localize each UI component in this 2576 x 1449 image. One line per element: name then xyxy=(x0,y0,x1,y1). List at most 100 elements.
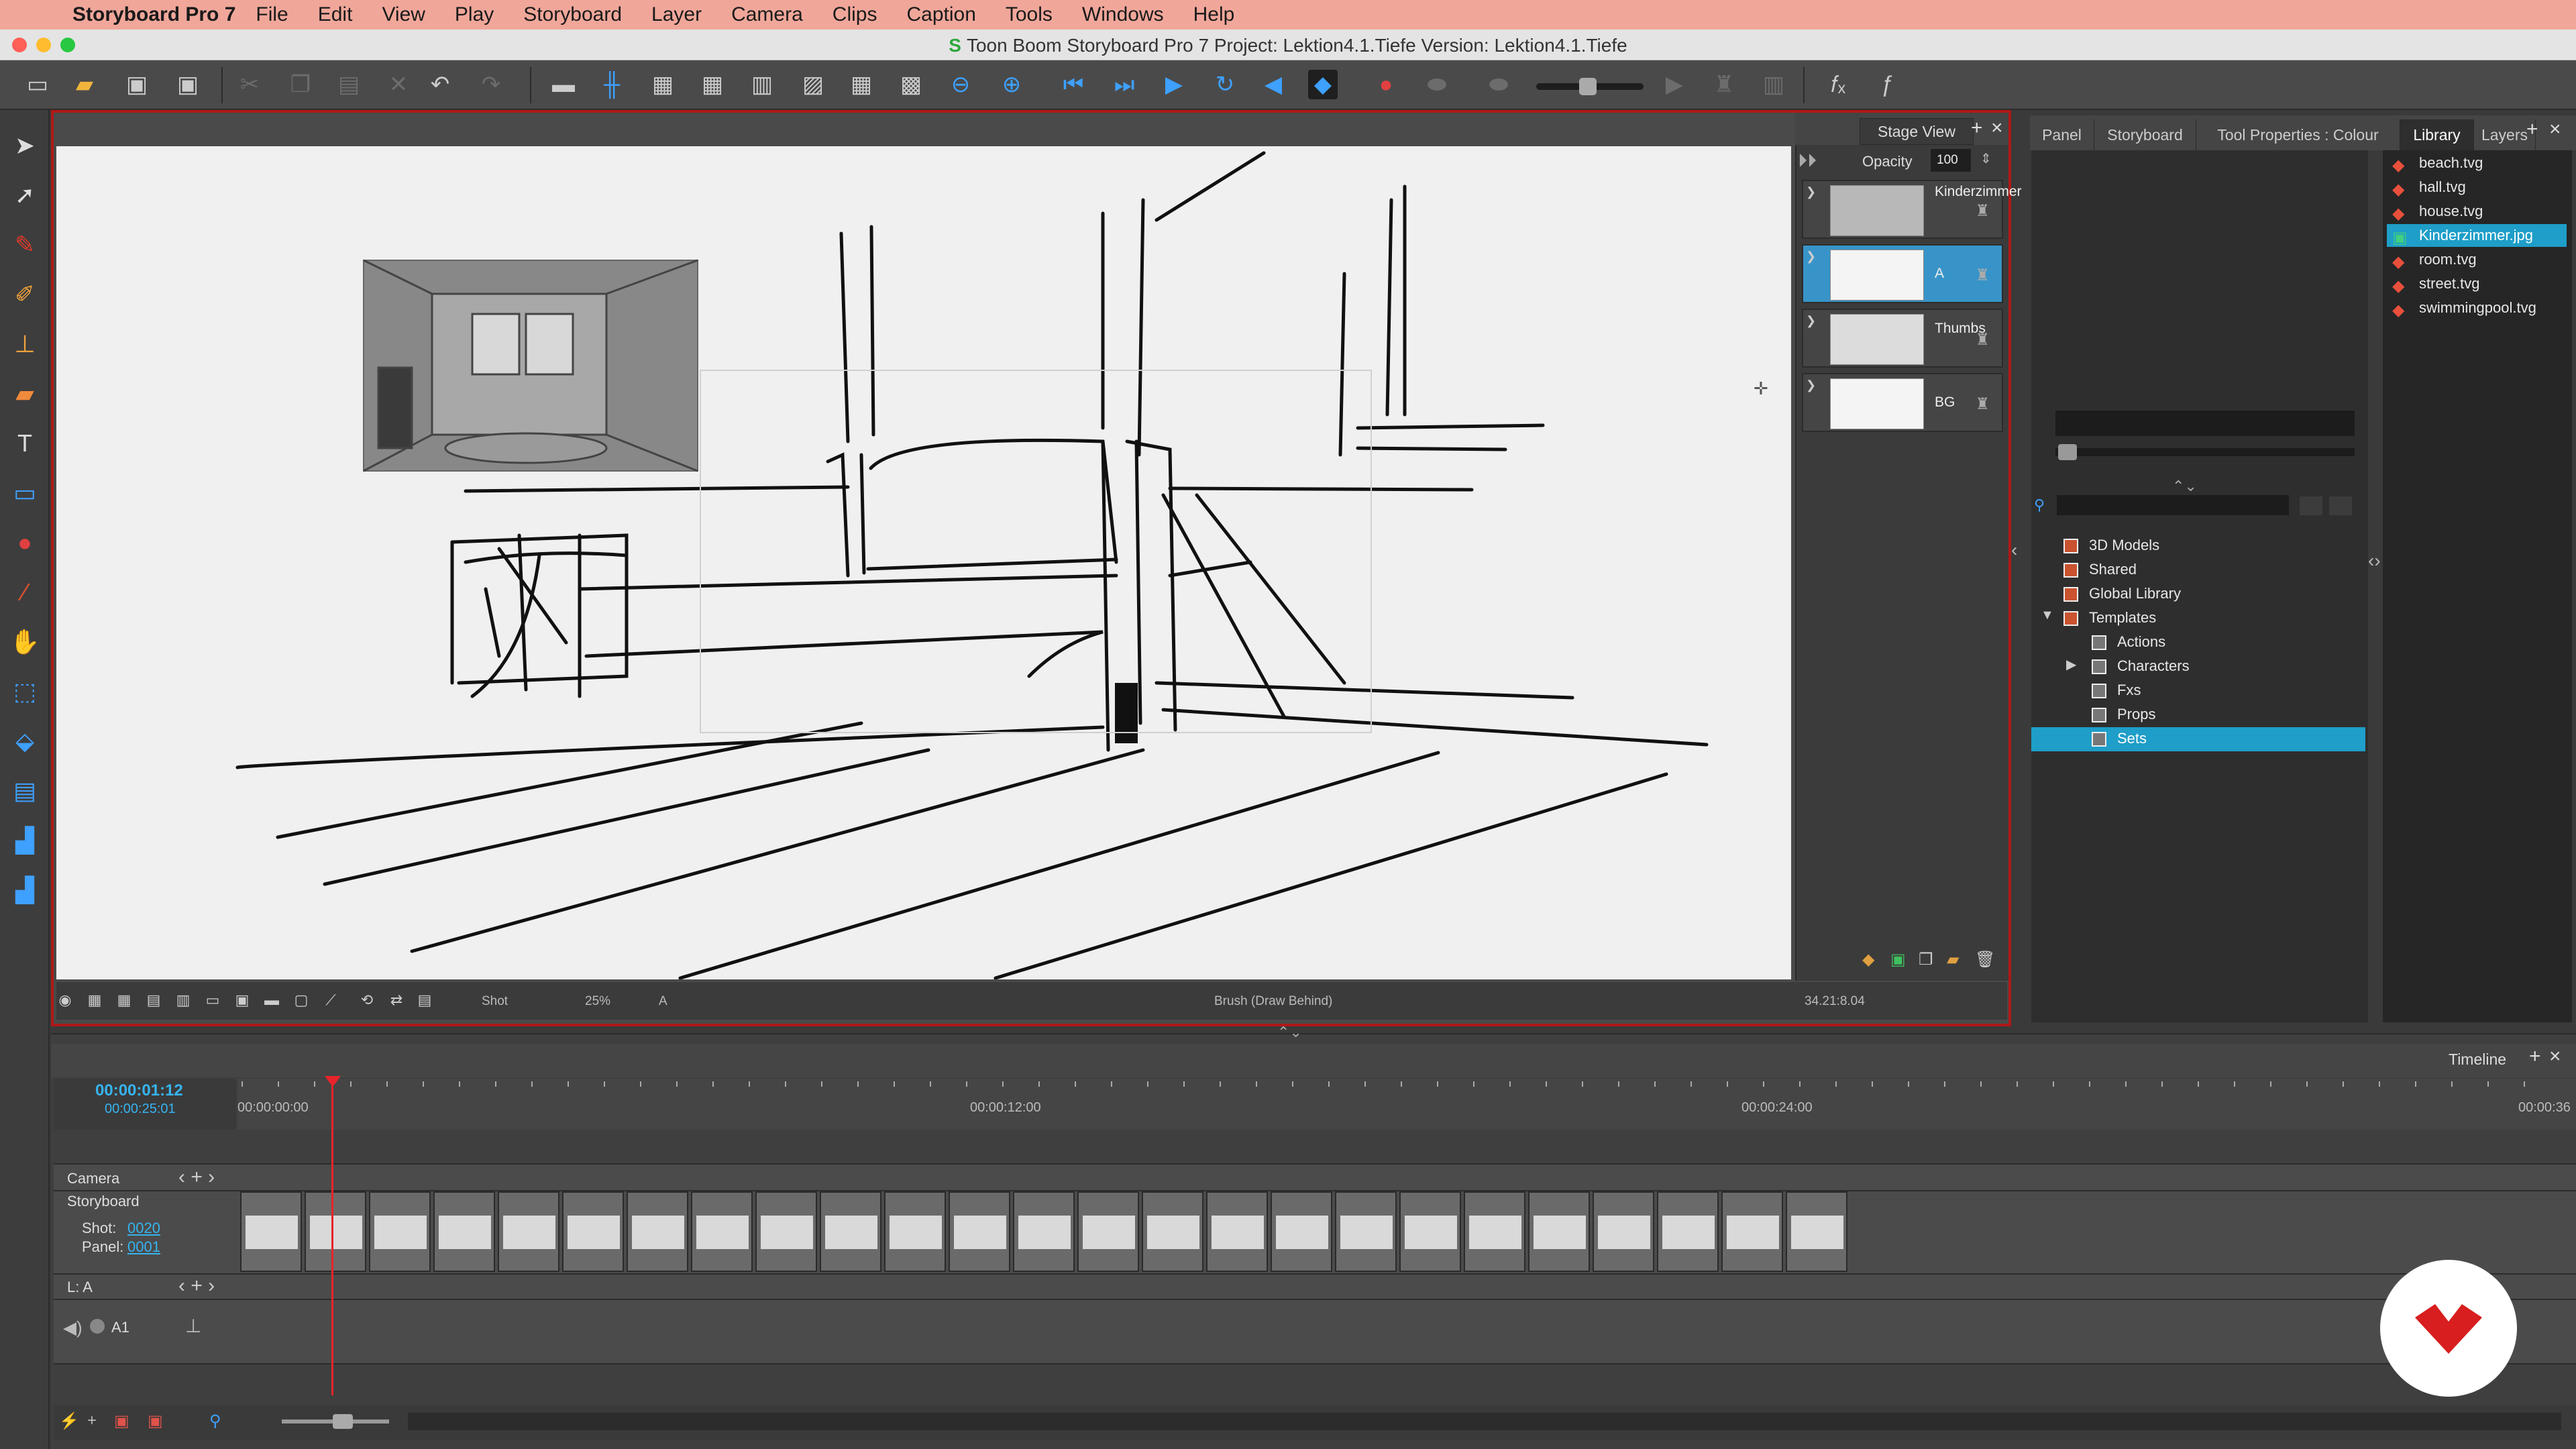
opacity-stepper[interactable]: ⇕ xyxy=(1980,150,1992,167)
first-frame-icon[interactable]: ⏮ xyxy=(1059,70,1088,99)
add-panel-icon[interactable]: + xyxy=(87,1411,97,1430)
tab-stage-view[interactable]: Stage View xyxy=(1860,118,1974,145)
storyboard-panel-thumbnail[interactable] xyxy=(1142,1191,1203,1272)
storyboard-panel-thumbnail[interactable] xyxy=(691,1191,753,1272)
frame-icon[interactable]: ▬ xyxy=(263,991,280,1009)
library-slider-track[interactable] xyxy=(2055,448,2355,456)
eyedropper-tool-icon[interactable]: ⁄ xyxy=(9,577,40,608)
menu-file[interactable]: File xyxy=(256,3,288,26)
add-vector-layer-icon[interactable]: ◆ xyxy=(1862,950,1874,969)
layer-row-thumbs[interactable]: ❯ Thumbs ♜ xyxy=(1802,309,2003,368)
zoom-out-icon[interactable]: ⊖ xyxy=(946,70,975,99)
menu-tools[interactable]: Tools xyxy=(1006,3,1053,26)
tree-item-sets[interactable]: Sets xyxy=(2092,727,2147,750)
timeline-view-icon[interactable]: ╫ xyxy=(597,70,627,99)
grid-view-icon[interactable]: ▦ xyxy=(648,70,678,99)
paste-icon[interactable]: ▤ xyxy=(334,70,364,99)
brush-tool-icon[interactable]: ✎ xyxy=(9,229,40,260)
zoom-timeline-icon[interactable]: ⚲ xyxy=(209,1411,221,1431)
layer-track[interactable]: L: A ‹ + › xyxy=(54,1275,2576,1300)
perspective-tool-icon[interactable]: ⬚ xyxy=(9,676,40,707)
library-file-item[interactable]: ◆ room.tvg xyxy=(2387,248,2567,271)
add-panel-icon[interactable]: + xyxy=(2526,118,2538,141)
timeline-mode-icon[interactable]: ⚡ xyxy=(59,1411,79,1431)
select-tool-icon[interactable]: ➤ xyxy=(9,130,40,161)
add-view-icon[interactable]: + xyxy=(1971,117,1983,140)
storyboard-panel-thumbnail[interactable] xyxy=(949,1191,1010,1272)
library-file-item[interactable]: ◆ street.tvg xyxy=(2387,272,2567,295)
save-icon[interactable]: ▣ xyxy=(122,70,152,99)
storyboard-panel-thumbnail[interactable] xyxy=(240,1191,302,1272)
storyboard-panel-thumbnail[interactable] xyxy=(562,1191,624,1272)
grid-options-icon[interactable]: ▤ xyxy=(145,991,162,1009)
camera-view-icon[interactable]: ▩ xyxy=(896,70,926,99)
new-project-icon[interactable]: ▭ xyxy=(23,70,52,99)
expand-templates-icon[interactable]: ▼ xyxy=(2041,608,2054,623)
menu-view[interactable]: View xyxy=(382,3,425,26)
text-tool-icon[interactable]: T xyxy=(9,428,40,459)
menu-help[interactable]: Help xyxy=(1193,3,1235,26)
storyboard-panel-thumbnail[interactable] xyxy=(1657,1191,1719,1272)
field-guide-icon[interactable]: ▥ xyxy=(174,991,192,1009)
tab-tool-properties[interactable]: Tool Properties : Colour xyxy=(2196,119,2400,150)
camera-track[interactable]: Camera ‹ + › xyxy=(54,1165,2576,1191)
hand-tool-icon[interactable]: ✋ xyxy=(9,627,40,657)
storyboard-panel-thumbnail[interactable] xyxy=(1399,1191,1461,1272)
forward-icon[interactable]: ▶ xyxy=(1660,70,1689,99)
layer-transform-icon[interactable]: ▟ xyxy=(9,825,40,856)
stage-view-icon[interactable]: ▨ xyxy=(798,70,828,99)
tree-item-global-library[interactable]: Global Library xyxy=(2063,582,2181,605)
storyboard-panel-thumbnail[interactable] xyxy=(1464,1191,1525,1272)
tree-item-fxs[interactable]: Fxs xyxy=(2092,679,2141,702)
pen-pressure-icon[interactable]: ⟋ xyxy=(322,991,339,1009)
storyboard-panel-thumbnail[interactable] xyxy=(369,1191,431,1272)
transform-tool-icon[interactable]: ➚ xyxy=(9,180,40,211)
timeline-title[interactable]: Timeline xyxy=(2449,1051,2506,1069)
library-search-input[interactable] xyxy=(2057,495,2289,515)
camera-tool-icon[interactable]: ▤ xyxy=(9,775,40,806)
collapse-layers-icon[interactable]: ⏵⏵ xyxy=(1798,150,1817,172)
overlay-icon[interactable]: ▢ xyxy=(292,991,310,1009)
tab-library[interactable]: Library xyxy=(2400,119,2474,150)
menu-layer[interactable]: Layer xyxy=(651,3,702,26)
shot-number-link[interactable]: 0020 xyxy=(127,1220,160,1237)
loop-icon[interactable]: ↻ xyxy=(1210,70,1240,99)
rectangle-tool-icon[interactable]: ▭ xyxy=(9,478,40,508)
layer-row-a[interactable]: ❯ A ♜ xyxy=(1802,244,2003,303)
tree-item-props[interactable]: Props xyxy=(2092,703,2155,726)
playhead-line[interactable] xyxy=(331,1077,333,1395)
storyboard-panel-thumbnail[interactable] xyxy=(627,1191,688,1272)
menu-storyboard[interactable]: Storyboard xyxy=(523,3,622,26)
library-file-item[interactable]: ◆ hall.tvg xyxy=(2387,176,2567,199)
reset-rotation-icon[interactable]: ⟲ xyxy=(358,991,376,1009)
add-timeline-icon[interactable]: + xyxy=(2529,1045,2541,1068)
storyboard-panel-thumbnail[interactable] xyxy=(1077,1191,1139,1272)
library-file-item[interactable]: ◆ beach.tvg xyxy=(2387,152,2567,174)
tab-storyboard[interactable]: Storyboard xyxy=(2094,119,2196,150)
reposition-tool-icon[interactable]: ▟ xyxy=(9,875,40,906)
layer-visibility-icon[interactable]: ❯ xyxy=(1806,314,1821,328)
layer-row-kinderzimmer[interactable]: ❯ Kinderzimmer ♜ xyxy=(1802,180,2022,239)
save-all-icon[interactable]: ▣ xyxy=(173,70,203,99)
tree-item-actions[interactable]: Actions xyxy=(2092,631,2165,653)
split-shot-icon[interactable]: ▣ xyxy=(148,1411,163,1431)
menu-play[interactable]: Play xyxy=(455,3,494,26)
storyboard-panel-thumbnail[interactable] xyxy=(1528,1191,1590,1272)
black-fill-icon[interactable]: ▣ xyxy=(233,991,251,1009)
cutter-tool-icon[interactable]: ⬙ xyxy=(9,726,40,757)
search-clear-button[interactable] xyxy=(2329,496,2352,515)
overview-icon[interactable]: ▦ xyxy=(847,70,876,99)
tree-item-3d-models[interactable]: 3D Models xyxy=(2063,534,2159,557)
delete-layer-icon[interactable]: 🗑 xyxy=(1975,950,1995,969)
speaker-icon[interactable]: ◀) xyxy=(63,1318,83,1338)
storyboard-panel-thumbnail[interactable] xyxy=(1271,1191,1332,1272)
storyboard-panel-thumbnail[interactable] xyxy=(498,1191,559,1272)
panel-view-icon[interactable]: ▦ xyxy=(698,70,727,99)
layer-settings-icon[interactable]: ◆ xyxy=(1308,70,1338,99)
safe-area-icon[interactable]: ▦ xyxy=(115,991,133,1009)
layer-lock-icon[interactable]: ♜ xyxy=(1975,330,1990,350)
menu-clips[interactable]: Clips xyxy=(833,3,877,26)
stage-mode[interactable]: Shot xyxy=(482,994,508,1009)
storyboard-panel-thumbnail[interactable] xyxy=(1721,1191,1783,1272)
timeline-ruler[interactable]: 00:00:00:00 00:00:12:00 00:00:24:00 00:0… xyxy=(237,1079,2576,1130)
